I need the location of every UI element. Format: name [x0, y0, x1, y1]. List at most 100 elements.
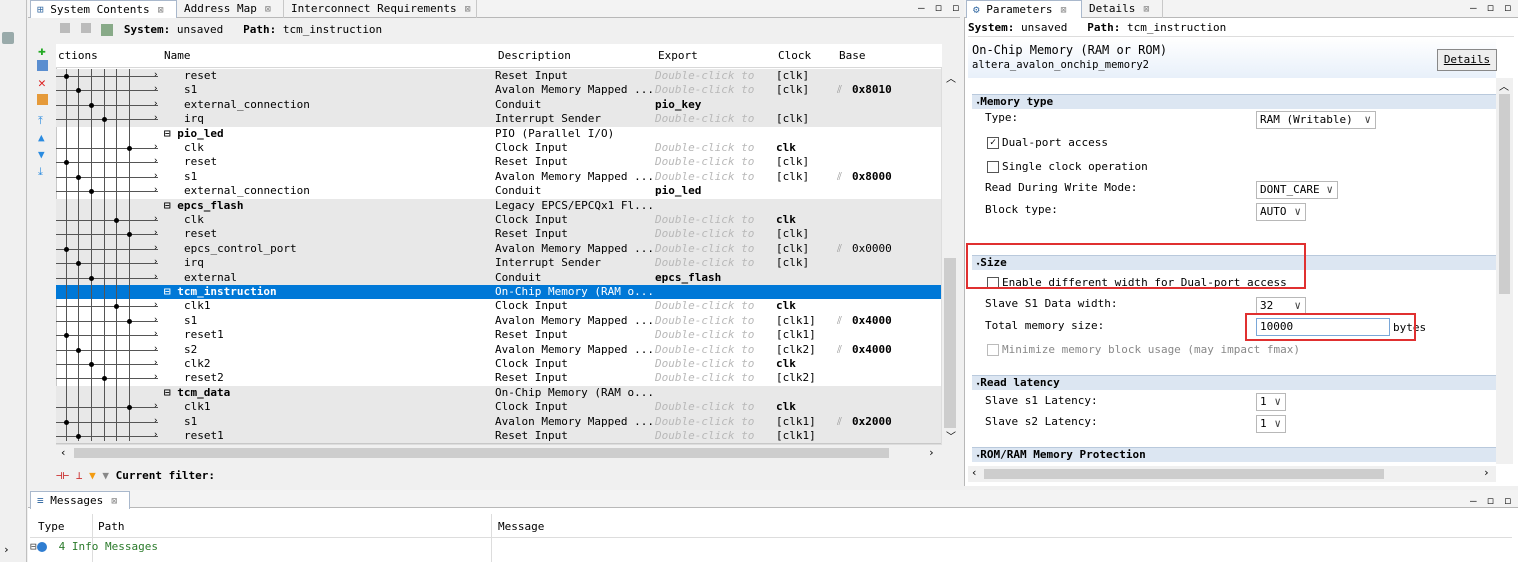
connection-dot[interactable] — [114, 218, 119, 223]
show-connections-icon[interactable]: ⊣⊢ — [56, 469, 69, 482]
table-row[interactable]: clk Clock Input Double-click to clk — [56, 213, 941, 228]
scroll-down-icon[interactable]: ﹀ — [946, 428, 956, 443]
param-vscrollbar[interactable]: ︿ — [1496, 78, 1513, 464]
cell-export[interactable]: Double-click to — [655, 299, 773, 313]
section-memory-type[interactable]: ▾Memory type — [972, 94, 1496, 109]
cell-export[interactable]: Double-click to — [655, 256, 773, 270]
cell-export[interactable]: Double-click to — [655, 69, 773, 83]
move-up-icon[interactable]: ▲ — [38, 131, 45, 144]
hierarchy-icon[interactable] — [80, 23, 91, 33]
edit-icon[interactable] — [37, 60, 48, 71]
add-component-icon[interactable]: ✚ — [38, 44, 46, 59]
table-row[interactable]: s1 Avalon Memory Mapped ... Double-click t… — [56, 170, 941, 184]
remove-icon[interactable]: ✕ — [38, 76, 46, 91]
table-hscrollbar[interactable]: ‹ › — [56, 444, 942, 460]
col-description[interactable]: Description — [498, 49, 571, 62]
col-base[interactable]: Base — [839, 49, 866, 62]
table-row[interactable]: s1 Avalon Memory Mapped ... Double-click t… — [56, 414, 941, 429]
move-top-icon[interactable]: ⤒ — [38, 114, 43, 128]
cell-export[interactable]: Double-click to — [655, 83, 773, 97]
tab-system-contents[interactable]: ⊞ System Contents ⊠ — [30, 0, 177, 18]
cell-export[interactable]: Double-click to — [655, 112, 773, 126]
col-connections[interactable]: ctions — [58, 49, 98, 62]
table-row[interactable]: irq Interrupt Sender Double-click to [clk] — [56, 112, 941, 127]
connection-dot[interactable] — [64, 419, 69, 425]
cell-export[interactable]: Double-click to — [655, 170, 773, 184]
table-row[interactable]: s1 Avalon Memory Mapped ... Double-click t… — [56, 83, 941, 98]
cell-export[interactable]: pio_led — [655, 184, 773, 198]
unlock-icon[interactable]: ⫽ — [837, 343, 842, 357]
param-hscroll-thumb[interactable] — [984, 469, 1384, 479]
param-scroll-thumb[interactable] — [1499, 94, 1510, 294]
param-hscrollbar[interactable]: ‹ › — [968, 466, 1496, 482]
minimize-checkbox[interactable]: Minimize memory block usage (may impact … — [987, 343, 1300, 356]
cell-export[interactable]: epcs_flash — [655, 271, 773, 285]
connection-dot[interactable] — [64, 74, 69, 79]
section-memory-protection[interactable]: ▾ROM/RAM Memory Protection — [972, 447, 1496, 462]
collapse-arrow-icon[interactable]: › — [3, 543, 10, 556]
param-scroll-left-icon[interactable]: ‹ — [971, 466, 978, 479]
table-row[interactable]: external_connection Conduit pio_key — [56, 97, 941, 113]
filter-icon[interactable] — [60, 23, 70, 33]
cell-export[interactable]: Double-click to — [655, 155, 773, 169]
table-row[interactable]: external_connection Conduit pio_led — [56, 184, 941, 198]
tab-details[interactable]: Details ⊠ — [1083, 0, 1163, 18]
table-row[interactable]: ⊟ pio_led PIO (Parallel I/O) — [56, 127, 941, 141]
table-row[interactable]: irq Interrupt Sender Double-click to [clk] — [56, 256, 941, 271]
section-read-latency[interactable]: ▾Read latency — [972, 375, 1496, 390]
table-row[interactable]: reset Reset Input Double-click to [clk] — [56, 155, 941, 169]
dual-port-checkbox[interactable]: ✓ Dual-port access — [987, 136, 1108, 149]
cell-export[interactable]: Double-click to — [655, 400, 773, 414]
scroll-left-icon[interactable]: ‹ — [60, 446, 67, 459]
cell-export[interactable]: Double-click to — [655, 343, 773, 357]
cell-export[interactable]: pio_key — [655, 98, 773, 112]
table-row[interactable]: s2 Avalon Memory Mapped ... Double-click t… — [56, 343, 941, 357]
cell-export[interactable]: Double-click to — [655, 141, 773, 155]
table-row[interactable]: reset2 Reset Input Double-click to [clk2] — [56, 371, 941, 385]
move-bottom-icon[interactable]: ⤓ — [38, 165, 43, 179]
connection-dot[interactable] — [89, 275, 94, 281]
connection-dot[interactable] — [64, 246, 69, 252]
cell-export[interactable]: Double-click to — [655, 213, 773, 227]
block-type-select[interactable]: AUTO ∨ — [1256, 203, 1306, 221]
hide-connections-icon[interactable]: ⊥ — [76, 469, 89, 482]
filter-funnel-icon[interactable]: ▼ — [89, 469, 96, 482]
table-row[interactable]: reset Reset Input Double-click to [clk] — [56, 227, 941, 242]
col-path[interactable]: Path — [98, 520, 125, 533]
clear-filter-icon[interactable]: ▼ — [102, 469, 109, 482]
scroll-right-icon[interactable]: › — [928, 446, 935, 459]
col-type[interactable]: Type — [38, 520, 65, 533]
cell-export[interactable]: Double-click to — [655, 415, 773, 429]
tab-parameters[interactable]: ⚙ Parameters ⊠ — [966, 0, 1082, 18]
messages-window-controls[interactable]: – ◻ ◻ — [1470, 494, 1513, 507]
cell-export[interactable]: Double-click to — [655, 429, 773, 443]
table-row[interactable]: clk Clock Input Double-click to clk — [56, 141, 941, 155]
connection-dot[interactable] — [76, 434, 81, 439]
tools-icon[interactable] — [2, 32, 14, 44]
cell-export[interactable]: Double-click to — [655, 314, 773, 328]
tab-messages[interactable]: ≡ Messages ⊠ — [30, 491, 130, 509]
lock-icon[interactable]: ⫽ — [837, 242, 842, 256]
connection-dot[interactable] — [76, 174, 81, 180]
scroll-thumb[interactable] — [944, 258, 956, 428]
tab-address-map[interactable]: Address Map ⊠ — [178, 0, 284, 18]
col-name[interactable]: Name — [164, 49, 191, 62]
tab-interconnect-requirements[interactable]: Interconnect Requirements ⊠ — [285, 0, 477, 18]
hscroll-thumb[interactable] — [74, 448, 889, 458]
col-message[interactable]: Message — [498, 520, 544, 533]
unlock-icon[interactable]: ⫽ — [837, 170, 842, 184]
table-row[interactable]: clk1 Clock Input Double-click to clk — [56, 299, 941, 313]
properties-icon[interactable] — [37, 94, 48, 105]
table-row[interactable]: ⊟ epcs_flash Legacy EPCS/EPCQx1 Fl... — [56, 198, 941, 213]
connection-dot[interactable] — [127, 318, 132, 324]
unlock-icon[interactable]: ⫽ — [837, 314, 842, 328]
table-row[interactable]: external Conduit epcs_flash — [56, 270, 941, 285]
table-row[interactable]: s1 Avalon Memory Mapped ... Double-click t… — [56, 314, 941, 328]
connection-dot[interactable] — [127, 146, 132, 151]
table-row[interactable]: clk1 Clock Input Double-click to clk — [56, 400, 941, 415]
scroll-up-icon[interactable]: ︿ — [946, 70, 956, 85]
single-clock-checkbox[interactable]: Single clock operation — [987, 160, 1148, 173]
details-button[interactable]: Details — [1437, 49, 1497, 71]
connection-dot[interactable] — [89, 362, 94, 367]
cell-export[interactable]: Double-click to — [655, 242, 773, 256]
